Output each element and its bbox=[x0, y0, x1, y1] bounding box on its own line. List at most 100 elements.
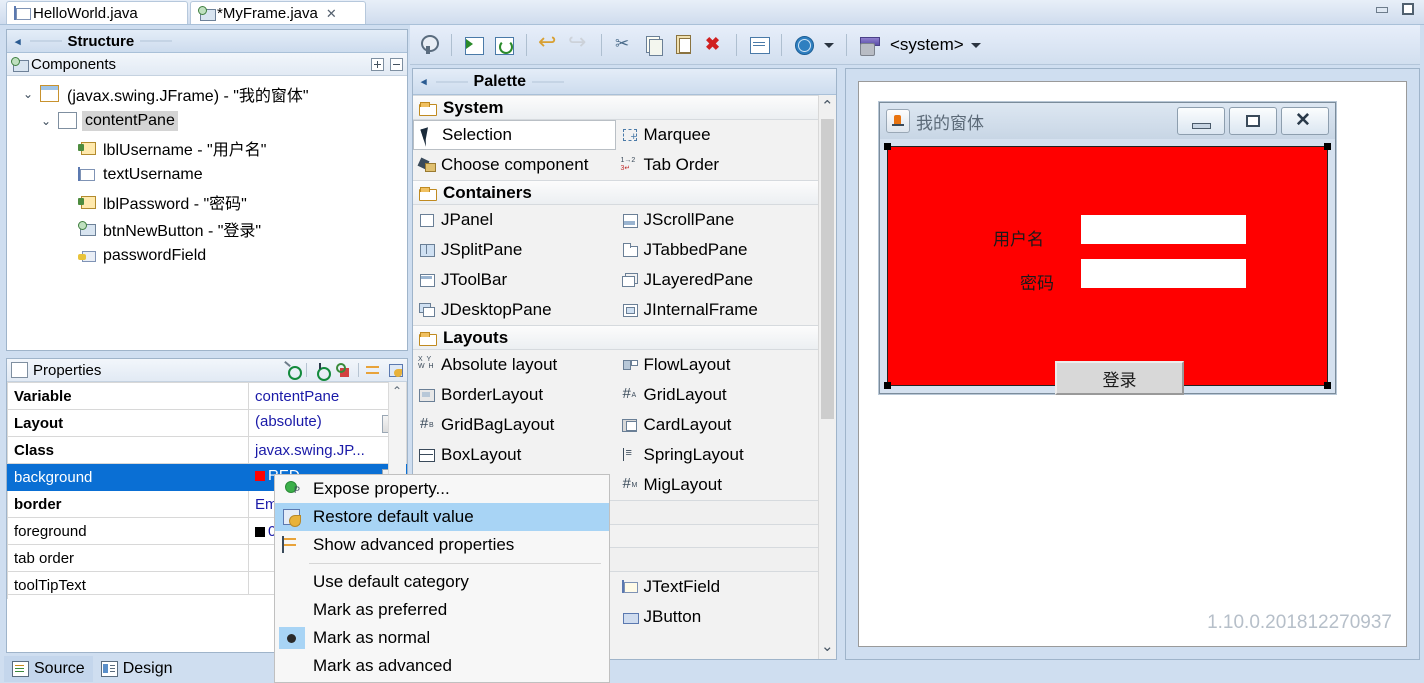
tab-design[interactable]: Design bbox=[92, 656, 181, 682]
expand-all-button[interactable] bbox=[371, 57, 384, 71]
property-value[interactable]: (absolute) bbox=[248, 409, 407, 437]
resize-handle-sw[interactable] bbox=[884, 382, 891, 389]
palette-item-jbutton[interactable]: JButton bbox=[616, 602, 819, 632]
property-value[interactable]: javax.swing.JP... bbox=[248, 436, 407, 464]
palette-item-boxlayout[interactable]: BoxLayout bbox=[413, 440, 616, 470]
contentpane-preview[interactable]: 用户名 密码 登录 bbox=[887, 146, 1328, 395]
show-advanced-icon[interactable] bbox=[366, 363, 381, 378]
refresh-icon[interactable] bbox=[461, 32, 487, 58]
table-row[interactable]: Class javax.swing.JP... bbox=[7, 436, 407, 464]
palette-item-jsplitpane[interactable]: JSplitPane bbox=[413, 235, 616, 265]
minimize-icon[interactable] bbox=[1374, 3, 1390, 15]
chevron-down-icon[interactable]: ⌄ bbox=[21, 87, 35, 101]
close-icon[interactable] bbox=[1281, 107, 1329, 135]
palette-item-jinternalframe[interactable]: JInternalFrame bbox=[616, 295, 819, 325]
lookandfeel-icon[interactable] bbox=[856, 32, 882, 58]
property-value[interactable]: contentPane bbox=[248, 382, 407, 410]
scrollbar-thumb[interactable] bbox=[821, 119, 834, 419]
goto-definition-icon[interactable] bbox=[284, 363, 302, 380]
palette-item-springlayout[interactable]: SpringLayout bbox=[616, 440, 819, 470]
close-icon[interactable]: ✕ bbox=[326, 7, 337, 20]
preview-label-password[interactable]: 密码 bbox=[1020, 269, 1054, 294]
scroll-down-icon[interactable]: ⌄ bbox=[821, 637, 834, 655]
canvas-surface[interactable]: 我的窗体 用户名 密码 登录 1.10.0.201812270937 bbox=[858, 81, 1407, 647]
paste-icon[interactable] bbox=[671, 32, 697, 58]
menu-item-mark-as-normal[interactable]: Mark as normal bbox=[275, 624, 609, 652]
table-row[interactable]: Layout (absolute) bbox=[7, 409, 407, 437]
jframe-preview[interactable]: 我的窗体 用户名 密码 登录 bbox=[879, 102, 1336, 395]
palette-item-absolute-layout[interactable]: Absolute layout bbox=[413, 350, 616, 380]
tree-item-lblpassword[interactable]: lblPassword - "密码" bbox=[7, 188, 407, 215]
palette-item-gridbaglayout[interactable]: GridBagLayout bbox=[413, 410, 616, 440]
scroll-up-icon[interactable]: ⌃ bbox=[392, 384, 402, 398]
menu-item-use-default-category[interactable]: Use default category bbox=[275, 568, 609, 596]
palette-category-system[interactable]: System bbox=[413, 95, 818, 120]
menu-item-show-advanced-properties[interactable]: Show advanced properties bbox=[275, 531, 609, 559]
palette-item-flowlayout[interactable]: FlowLayout bbox=[616, 350, 819, 380]
editor-tab-myframe[interactable]: *MyFrame.java ✕ bbox=[190, 1, 366, 24]
collapse-all-button[interactable] bbox=[390, 57, 403, 71]
editor-tab-label: *MyFrame.java bbox=[217, 4, 318, 22]
palette-scrollbar[interactable]: ⌃ ⌄ bbox=[818, 95, 836, 659]
menu-item-expose-property[interactable]: Expose property... bbox=[275, 475, 609, 503]
preview-passwordfield[interactable] bbox=[1081, 259, 1246, 288]
lookandfeel-dropdown-caret-icon[interactable] bbox=[968, 32, 984, 58]
palette-item-marquee[interactable]: Marquee bbox=[616, 120, 819, 150]
show-default-icon[interactable] bbox=[336, 362, 351, 378]
collapse-arrow-icon[interactable]: ◂ bbox=[11, 35, 24, 48]
tree-item-btnnewbutton[interactable]: btnNewButton - "登录" bbox=[7, 215, 407, 242]
editor-tab-helloworld[interactable]: HelloWorld.java bbox=[6, 1, 188, 24]
restore-default-icon[interactable] bbox=[388, 363, 403, 378]
locale-dropdown-caret-icon[interactable] bbox=[821, 32, 837, 58]
undo-icon[interactable] bbox=[536, 29, 562, 58]
resize-handle-nw[interactable] bbox=[884, 143, 891, 150]
test-icon[interactable] bbox=[416, 32, 442, 58]
palette-item-jdesktoppane[interactable]: JDesktopPane bbox=[413, 295, 616, 325]
maximize-icon[interactable] bbox=[1400, 3, 1416, 15]
cut-icon[interactable] bbox=[611, 32, 637, 58]
palette-item-miglayout[interactable]: MigLayout bbox=[616, 470, 819, 500]
preview-label-username[interactable]: 用户名 bbox=[993, 225, 1044, 250]
scroll-up-icon[interactable]: ⌃ bbox=[821, 97, 834, 115]
palette-item-tab-order[interactable]: Tab Order bbox=[616, 150, 819, 180]
palette-item-cardlayout[interactable]: CardLayout bbox=[616, 410, 819, 440]
resize-handle-ne[interactable] bbox=[1324, 143, 1331, 150]
delete-icon[interactable] bbox=[701, 32, 727, 58]
tree-item-contentpane[interactable]: ⌄ contentPane bbox=[7, 107, 407, 134]
minimize-icon[interactable] bbox=[1177, 107, 1225, 135]
palette-category-containers[interactable]: Containers bbox=[413, 180, 818, 205]
preview-button-login[interactable]: 登录 bbox=[1055, 361, 1184, 395]
resize-handle-se[interactable] bbox=[1324, 382, 1331, 389]
collapse-arrow-icon[interactable]: ◂ bbox=[417, 75, 430, 88]
tree-item-passwordfield[interactable]: passwordField bbox=[7, 242, 407, 269]
copy-icon[interactable] bbox=[641, 32, 667, 58]
table-row[interactable]: Variable contentPane bbox=[7, 382, 407, 410]
menu-item-mark-as-advanced[interactable]: Mark as advanced bbox=[275, 652, 609, 680]
design-canvas[interactable]: 我的窗体 用户名 密码 登录 1.10.0.201812270937 bbox=[845, 68, 1420, 660]
tab-source[interactable]: Source bbox=[4, 656, 93, 682]
globe-icon[interactable] bbox=[791, 32, 817, 58]
palette-item-jtabbedpane[interactable]: JTabbedPane bbox=[616, 235, 819, 265]
tree-item-lblusername[interactable]: lblUsername - "用户名" bbox=[7, 134, 407, 161]
show-events-icon[interactable] bbox=[314, 362, 331, 381]
palette-category-layouts[interactable]: Layouts bbox=[413, 325, 818, 350]
align-icon[interactable] bbox=[746, 32, 772, 58]
tree-item-textusername[interactable]: textUsername bbox=[7, 161, 407, 188]
palette-item-gridlayout[interactable]: GridLayout bbox=[616, 380, 819, 410]
palette-item-borderlayout[interactable]: BorderLayout bbox=[413, 380, 616, 410]
palette-item-choose-component[interactable]: Choose component bbox=[413, 150, 616, 180]
maximize-icon[interactable] bbox=[1229, 107, 1277, 135]
palette-item-jlayeredpane[interactable]: JLayeredPane bbox=[616, 265, 819, 295]
refresh-alt-icon[interactable] bbox=[491, 32, 517, 58]
chevron-down-icon[interactable]: ⌄ bbox=[39, 114, 53, 128]
palette-item-jtoolbar[interactable]: JToolBar bbox=[413, 265, 616, 295]
menu-item-restore-default-value[interactable]: Restore default value bbox=[275, 503, 609, 531]
palette-item-jpanel[interactable]: JPanel bbox=[413, 205, 616, 235]
palette-item-selection[interactable]: Selection bbox=[413, 120, 616, 150]
palette-item-jtextfield[interactable]: JTextField bbox=[616, 572, 819, 602]
tree-item-jframe[interactable]: ⌄ (javax.swing.JFrame) - "我的窗体" bbox=[7, 80, 407, 107]
preview-textfield-username[interactable] bbox=[1081, 215, 1246, 244]
menu-item-mark-as-preferred[interactable]: Mark as preferred bbox=[275, 596, 609, 624]
palette-item-label: BoxLayout bbox=[441, 445, 522, 464]
palette-item-jscrollpane[interactable]: JScrollPane bbox=[616, 205, 819, 235]
